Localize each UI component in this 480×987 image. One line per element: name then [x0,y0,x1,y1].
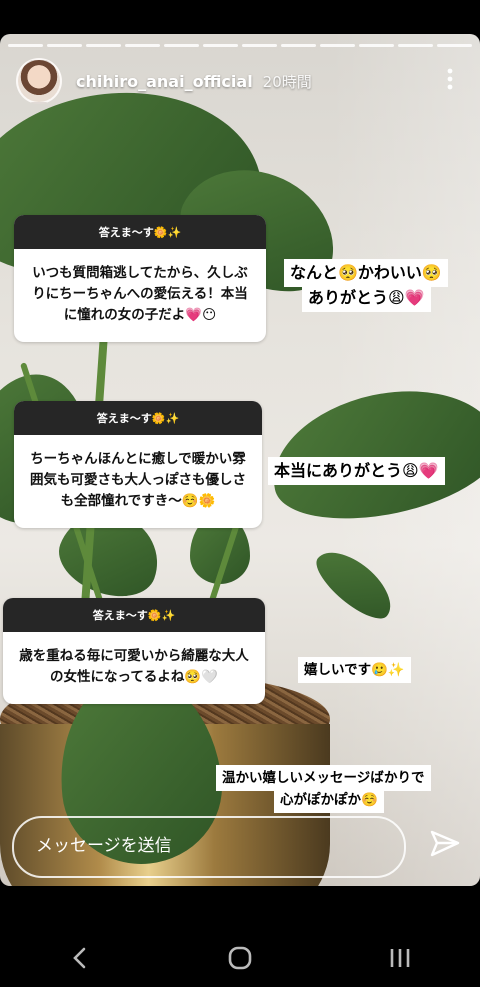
reply-text: 本当にありがとう😩💗 [268,457,445,485]
story-header: chihiro_anai_official 20時間 [16,58,464,104]
progress-segment [320,44,355,47]
question-text: 歳を重ねる毎に可愛いから綺麗な大人の女性になってるよね🥺🤍 [19,648,249,685]
question-text: ちーちゃんほんとに癒しで暖かい雰囲気も可愛さも大人っぽさも優しさも全部憧れですき… [30,451,246,509]
closing-text: 心がぽかぽか☺️ [274,787,384,813]
story-progress-bar [8,44,472,47]
question-card: 答えま〜す🌼✨ ちーちゃんほんとに癒しで暖かい雰囲気も可愛さも大人っぽさも優しさ… [14,401,262,528]
question-card: 答えま〜す🌼✨ 歳を重ねる毎に可愛いから綺麗な大人の女性になってるよね🥺🤍 [3,598,265,704]
progress-segment [242,44,277,47]
recents-icon[interactable] [380,938,420,978]
progress-segment [8,44,43,47]
progress-segment [86,44,121,47]
progress-segment [359,44,394,47]
more-vertical-icon[interactable] [440,68,460,92]
reply-text: 嬉しいです🥲✨ [298,657,411,683]
reply-text: なんと🥺かわいい🥺 [284,259,448,287]
back-chevron-icon[interactable] [60,938,100,978]
question-card-header: 答えま〜す🌼✨ [14,215,266,249]
progress-segment [281,44,316,47]
phone-screen: chihiro_anai_official 20時間 答えま〜す🌼✨ いつも質問… [0,0,480,987]
avatar[interactable] [16,58,62,104]
android-nav-bar [0,928,480,987]
progress-segment [203,44,238,47]
progress-segment [398,44,433,47]
reply-text: ありがとう😩💗 [302,284,431,312]
story-username[interactable]: chihiro_anai_official [76,72,253,91]
question-card-header: 答えま〜す🌼✨ [14,401,262,435]
question-card-header: 答えま〜す🌼✨ [3,598,265,632]
story-time-ago: 20時間 [262,72,312,91]
progress-segment [437,44,472,47]
send-icon[interactable] [428,827,464,863]
question-text: いつも質問箱逃してたから、久しぶりにちーちゃんへの愛伝える！本当に憧れの女の子だ… [32,265,248,323]
message-input[interactable] [34,830,378,862]
progress-segment [125,44,160,47]
progress-segment [47,44,82,47]
home-circle-icon[interactable] [220,938,260,978]
question-card: 答えま〜す🌼✨ いつも質問箱逃してたから、久しぶりにちーちゃんへの愛伝える！本当… [14,215,266,342]
progress-segment [164,44,199,47]
message-bar [12,816,406,878]
